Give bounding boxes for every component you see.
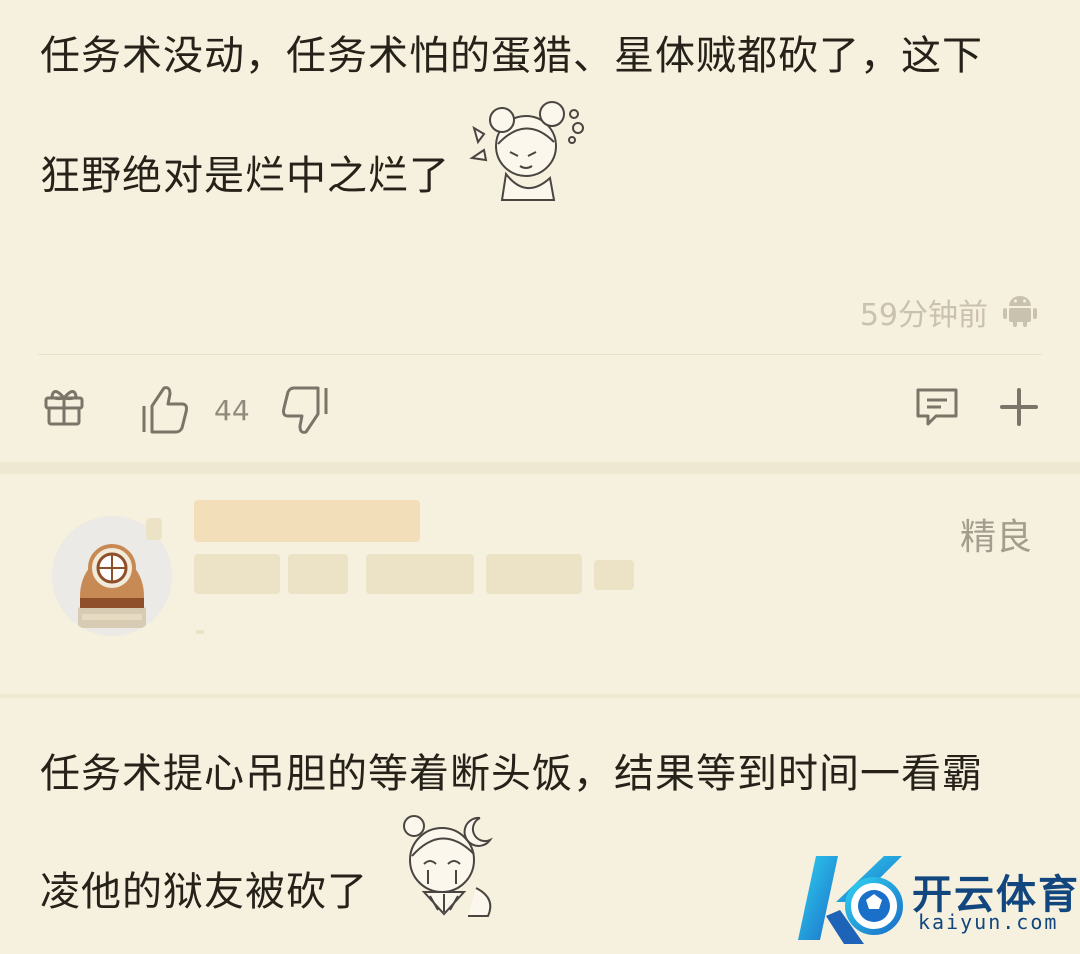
comment-2-line-1: 任务术提心吊胆的等着断头饭，结果等到时间一看霸	[40, 751, 983, 797]
anime-girl-crying-sticker	[403, 815, 493, 917]
like-count: 44	[214, 394, 250, 427]
comment-1-timestamp: 59分钟前	[859, 298, 988, 333]
quality-badge: 精良	[959, 517, 1032, 558]
comment-1-line-2: 狂野绝对是烂中之烂了	[40, 153, 450, 199]
blurred-detail-5	[594, 560, 634, 590]
section-separator-2	[0, 694, 1080, 698]
comment-2-line-2: 凌他的狱友被砍了	[40, 869, 368, 915]
blurred-detail-3	[366, 554, 474, 594]
blurred-detail-2	[288, 554, 348, 594]
comment-icon[interactable]	[914, 384, 960, 430]
section-separator	[0, 462, 1080, 474]
blurred-detail-1	[194, 554, 280, 594]
blurred-detail-4	[486, 554, 582, 594]
comment-thread: 任务术没动，任务术怕的蛋猎、星体贼都砍了，这下 狂野绝对是烂中之烂了 59分钟前	[0, 0, 1080, 954]
blurred-username	[194, 500, 420, 542]
gift-icon[interactable]	[42, 384, 86, 428]
blurred-dot	[196, 630, 204, 634]
plus-icon[interactable]	[998, 384, 1040, 430]
thumbs-down-icon[interactable]	[282, 384, 334, 436]
watermark-url: kaiyun.com	[918, 910, 1059, 934]
anime-girl-sticker	[469, 101, 584, 201]
blurred-level-marker	[146, 518, 162, 540]
thumbs-up-icon[interactable]	[140, 384, 192, 436]
divider	[38, 354, 1042, 355]
comment-1-line-1: 任务术没动，任务术怕的蛋猎、星体贼都砍了，这下	[40, 33, 983, 79]
android-icon	[1003, 296, 1037, 327]
